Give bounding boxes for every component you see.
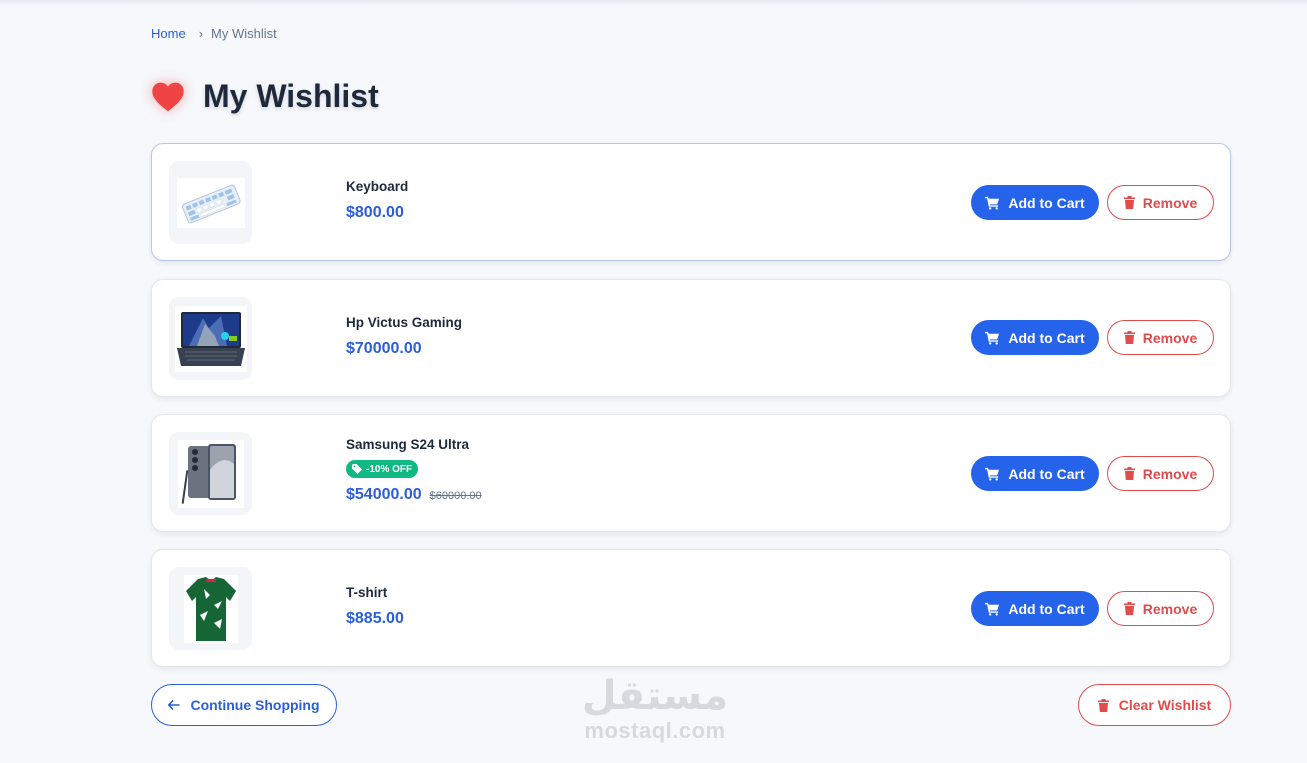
arrow-left-icon	[168, 700, 180, 710]
price-row: $54000.00 $60000.00	[346, 486, 482, 504]
top-shadow	[0, 0, 1307, 6]
product-name[interactable]: T-shirt	[346, 585, 404, 600]
trash-icon	[1123, 196, 1135, 209]
add-to-cart-button[interactable]: Add to Cart	[971, 320, 1099, 355]
watermark: مستقل mostaql.com	[575, 672, 735, 742]
breadcrumb: Home › My Wishlist	[151, 26, 277, 41]
clear-wishlist-label: Clear Wishlist	[1118, 697, 1212, 713]
heart-icon	[151, 80, 185, 114]
breadcrumb-home-link[interactable]: Home	[151, 26, 186, 41]
wishlist-item: Samsung S24 Ultra -10% OFF $54000.00 $60…	[151, 414, 1231, 532]
add-to-cart-button[interactable]: Add to Cart	[971, 591, 1099, 626]
item-info: Samsung S24 Ultra -10% OFF $54000.00 $60…	[346, 437, 482, 504]
product-name[interactable]: Samsung S24 Ultra	[346, 437, 482, 452]
cart-icon	[985, 196, 1000, 210]
watermark-latin: mostaql.com	[584, 718, 726, 743]
remove-button[interactable]: Remove	[1107, 456, 1214, 491]
remove-label: Remove	[1142, 329, 1198, 346]
product-price: $54000.00	[346, 486, 422, 503]
remove-label: Remove	[1142, 600, 1198, 617]
wishlist-item: Keyboard $800.00 Add to Cart Remove	[151, 143, 1231, 261]
keyboard-image	[169, 161, 252, 244]
cart-icon	[985, 331, 1000, 345]
trash-icon	[1123, 602, 1135, 615]
tag-icon	[352, 464, 362, 474]
page-header: My Wishlist	[151, 78, 379, 115]
product-price: $70000.00	[346, 340, 422, 357]
discount-badge: -10% OFF	[346, 460, 419, 478]
product-price: $885.00	[346, 610, 404, 627]
page-title: My Wishlist	[203, 78, 379, 114]
trash-icon	[1123, 331, 1135, 344]
remove-label: Remove	[1142, 465, 1198, 482]
cart-icon	[985, 467, 1000, 481]
phone-image	[169, 432, 252, 515]
product-name[interactable]: Hp Victus Gaming	[346, 315, 462, 330]
add-to-cart-label: Add to Cart	[1008, 465, 1085, 482]
wishlist-item: Hp Victus Gaming $70000.00 Add to Cart R…	[151, 279, 1231, 397]
watermark-arabic: مستقل	[581, 673, 729, 719]
add-to-cart-label: Add to Cart	[1008, 329, 1085, 346]
remove-button[interactable]: Remove	[1107, 591, 1214, 626]
trash-icon	[1123, 467, 1135, 480]
laptop-image	[169, 297, 252, 380]
breadcrumb-current: My Wishlist	[211, 26, 277, 41]
original-price: $60000.00	[429, 490, 482, 502]
continue-shopping-button[interactable]: Continue Shopping	[151, 684, 337, 726]
item-info: Keyboard $800.00	[346, 179, 408, 222]
breadcrumb-separator: ›	[198, 26, 204, 41]
item-info: Hp Victus Gaming $70000.00	[346, 315, 462, 358]
remove-button[interactable]: Remove	[1107, 320, 1214, 355]
tshirt-image	[169, 567, 252, 650]
wishlist-item: T-shirt $885.00 Add to Cart Remove	[151, 549, 1231, 667]
continue-shopping-label: Continue Shopping	[190, 697, 320, 713]
trash-icon	[1097, 698, 1109, 712]
clear-wishlist-button[interactable]: Clear Wishlist	[1078, 684, 1231, 726]
cart-icon	[985, 602, 1000, 616]
item-info: T-shirt $885.00	[346, 585, 404, 628]
discount-label: -10% OFF	[366, 463, 413, 475]
remove-button[interactable]: Remove	[1107, 185, 1214, 220]
add-to-cart-label: Add to Cart	[1008, 600, 1085, 617]
product-name[interactable]: Keyboard	[346, 179, 408, 194]
add-to-cart-label: Add to Cart	[1008, 194, 1085, 211]
discount-badge-wrap: -10% OFF	[346, 460, 482, 479]
remove-label: Remove	[1142, 194, 1198, 211]
add-to-cart-button[interactable]: Add to Cart	[971, 456, 1099, 491]
add-to-cart-button[interactable]: Add to Cart	[971, 185, 1099, 220]
product-price: $800.00	[346, 204, 404, 221]
